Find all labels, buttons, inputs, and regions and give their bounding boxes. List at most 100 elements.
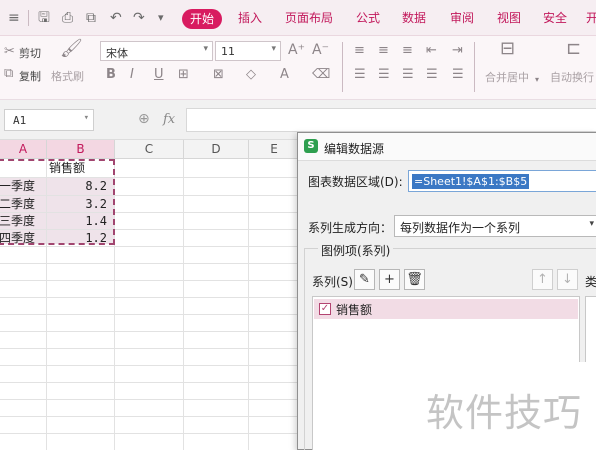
align-center-icon[interactable]: ☰ <box>378 68 390 82</box>
chevron-down-icon: ▾ <box>83 113 89 123</box>
chevron-down-icon[interactable]: ▾ <box>535 73 539 87</box>
tab-view[interactable]: 视图 <box>497 11 521 25</box>
name-box[interactable]: A1 ▾ <box>4 109 94 131</box>
column-header-e[interactable]: E <box>249 140 300 159</box>
gridline <box>0 331 300 332</box>
edit-series-button[interactable]: ✎ <box>354 269 375 290</box>
gridline <box>0 314 300 315</box>
gridline <box>0 297 300 298</box>
divider <box>342 42 343 92</box>
category-label: 类 <box>585 275 596 289</box>
trash-icon: 🗑 <box>406 272 423 287</box>
divider <box>28 10 29 26</box>
fill-color-icon[interactable]: ◇ <box>246 68 256 82</box>
move-down-button[interactable]: ↓ <box>557 269 578 290</box>
align-bottom-icon[interactable]: ≡ <box>402 44 413 58</box>
divider <box>474 42 475 92</box>
format-painter-icon[interactable]: 🖌 <box>60 40 83 58</box>
zoom-icon[interactable]: ⊕ <box>138 111 150 127</box>
print-icon[interactable]: ⎙ <box>62 10 73 26</box>
bold-button[interactable]: B <box>106 68 116 82</box>
tab-formulas[interactable]: 公式 <box>356 11 380 25</box>
font-name-select[interactable]: 宋体 ▾ <box>100 41 213 61</box>
fill-grid-icon[interactable]: ⊠ <box>213 68 224 82</box>
undo-icon[interactable]: ↶ <box>110 10 122 26</box>
series-direction-select[interactable]: 每列数据作为一个系列 ▾ <box>394 215 596 237</box>
arrow-down-icon: ↓ <box>562 272 573 287</box>
underline-button[interactable]: U <box>154 68 164 82</box>
series-direction-value: 每列数据作为一个系列 <box>400 221 521 235</box>
series-item-label: 销售额 <box>336 303 373 317</box>
tab-data[interactable]: 数据 <box>402 11 426 25</box>
pencil-icon: ✎ <box>359 272 370 287</box>
gridline <box>0 365 300 366</box>
gridline <box>0 348 300 349</box>
column-header-c[interactable]: C <box>115 140 184 159</box>
gridline <box>0 382 300 383</box>
cell-reference: A1 <box>13 114 27 127</box>
wrap-text-button[interactable]: 自动换行 <box>550 69 594 85</box>
series-label: 系列(S) <box>312 275 353 289</box>
column-header-d[interactable]: D <box>184 140 249 159</box>
plus-icon: + <box>384 272 395 287</box>
ribbon: ✂ 剪切 ⧉ 复制 🖌 格式刷 宋体 ▾ 11 ▾ A⁺ A⁻ B I U ⊞ … <box>0 36 596 100</box>
gridline <box>0 280 300 281</box>
align-left-icon[interactable]: ☰ <box>354 68 366 82</box>
indent-right-icon[interactable]: ⇥ <box>452 44 463 58</box>
tab-home[interactable]: 开始 <box>182 9 222 29</box>
menu-separator-icon: ≡ <box>8 10 20 26</box>
cut-button[interactable]: 剪切 <box>19 45 41 61</box>
gridline <box>0 399 300 400</box>
font-size-select[interactable]: 11 ▾ <box>215 41 281 61</box>
print-preview-icon[interactable]: ⧉ <box>86 10 96 26</box>
list-item[interactable]: ✓ 销售额 <box>314 299 578 319</box>
tab-review[interactable]: 审阅 <box>450 11 474 25</box>
add-series-button[interactable]: + <box>379 269 400 290</box>
column-header-a[interactable]: A <box>0 140 47 159</box>
indent-left-icon[interactable]: ⇤ <box>426 44 437 58</box>
font-size-value: 11 <box>221 45 235 58</box>
selection-marquee <box>0 159 115 245</box>
format-painter-button[interactable]: 格式刷 <box>51 68 84 84</box>
border-icon[interactable]: ⊞ <box>178 68 189 82</box>
gridline <box>0 416 300 417</box>
tab-page-layout[interactable]: 页面布局 <box>285 11 333 25</box>
formula-input[interactable] <box>186 108 596 132</box>
align-top-icon[interactable]: ≡ <box>354 44 365 58</box>
merge-cells-icon[interactable]: ⊟ <box>500 40 515 58</box>
delete-series-button[interactable]: 🗑 <box>404 269 425 290</box>
eraser-icon[interactable]: ⌫ <box>312 68 330 82</box>
align-right-icon[interactable]: ☰ <box>402 68 414 82</box>
quick-access-dropdown-icon[interactable]: ▾ <box>158 10 164 26</box>
dialog-titlebar[interactable]: S 编辑数据源 <box>298 133 596 161</box>
justify-icon[interactable]: ☰ <box>426 68 438 82</box>
tab-insert[interactable]: 插入 <box>238 11 262 25</box>
distribute-icon[interactable]: ☰ <box>452 68 464 82</box>
move-up-button[interactable]: ↑ <box>532 269 553 290</box>
copy-button[interactable]: 复制 <box>19 68 41 84</box>
gridline <box>183 159 184 450</box>
tab-security[interactable]: 安全 <box>543 11 567 25</box>
gridline <box>0 246 300 247</box>
scissors-icon[interactable]: ✂ <box>4 45 15 59</box>
legend-group-title: 图例项(系列) <box>318 242 394 259</box>
checkbox-checked-icon[interactable]: ✓ <box>319 303 331 315</box>
copy-icon[interactable]: ⧉ <box>4 67 13 81</box>
font-color-icon[interactable]: A <box>280 68 289 82</box>
tab-more[interactable]: 开 <box>586 11 596 25</box>
font-name-value: 宋体 <box>106 47 128 60</box>
wrap-text-icon[interactable]: ⊏ <box>566 40 581 58</box>
italic-button[interactable]: I <box>130 68 134 82</box>
range-label: 图表数据区域(D): <box>308 175 403 189</box>
increase-font-icon[interactable]: A⁺ <box>288 43 305 57</box>
chart-data-range-input[interactable]: =Sheet1!$A$1:$B$5 <box>408 170 596 192</box>
decrease-font-icon[interactable]: A⁻ <box>312 43 329 57</box>
redo-icon[interactable]: ↷ <box>133 10 145 26</box>
merge-center-button[interactable]: 合并居中 <box>485 69 529 85</box>
align-middle-icon[interactable]: ≡ <box>378 44 389 58</box>
function-icon[interactable]: fx <box>163 112 175 127</box>
column-header-b[interactable]: B <box>47 140 115 159</box>
save-icon[interactable]: 🖫 <box>38 10 50 26</box>
gridline <box>0 263 300 264</box>
chevron-down-icon: ▾ <box>203 44 208 54</box>
